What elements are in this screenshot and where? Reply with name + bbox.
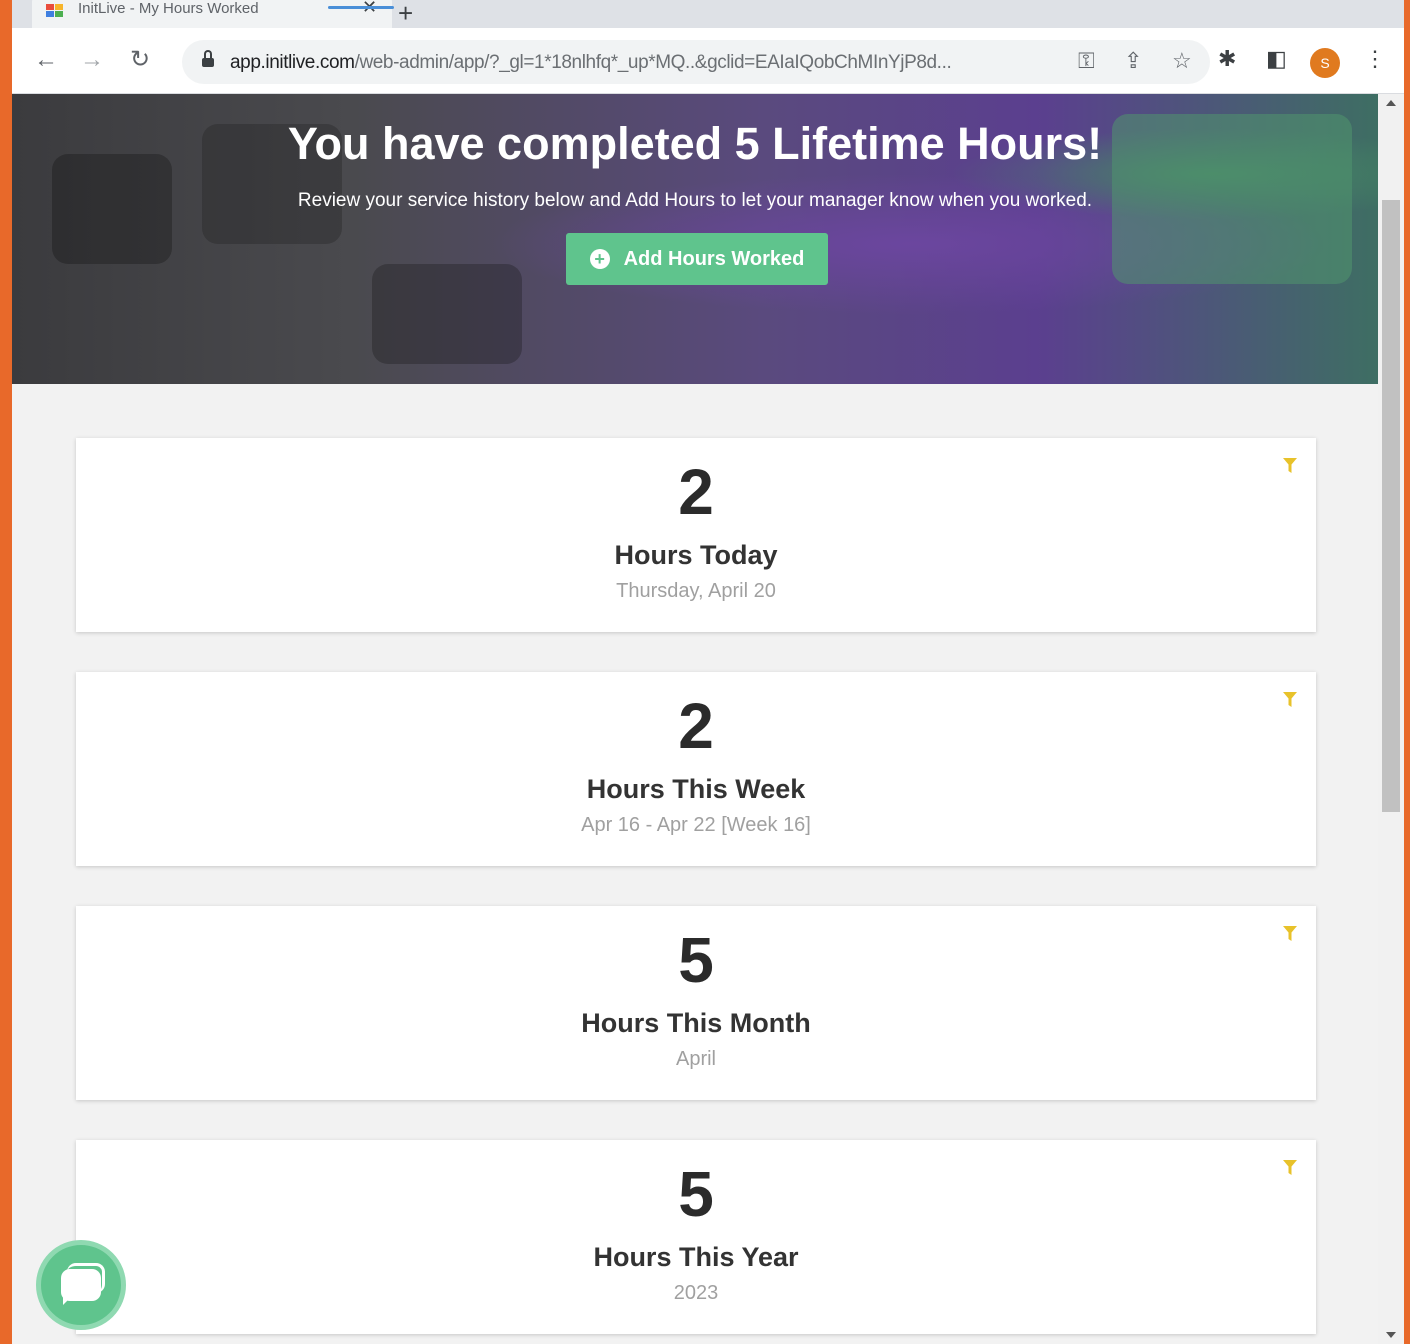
menu-icon[interactable]: ⋮ <box>1364 46 1386 72</box>
hero-background-shape <box>372 264 522 364</box>
tab-indicator <box>328 6 394 9</box>
profile-avatar[interactable]: S <box>1310 48 1340 78</box>
filter-icon[interactable] <box>1283 1160 1297 1176</box>
stat-card-month: 5 Hours This Month April <box>76 906 1316 1100</box>
browser-toolbar: ← → ↻ app.initlive.com/web-admin/app/?_g… <box>12 28 1404 94</box>
stat-value: 5 <box>678 1158 714 1230</box>
share-icon[interactable]: ⇪ <box>1124 50 1142 72</box>
stat-sublabel: Apr 16 - Apr 22 [Week 16] <box>581 814 811 836</box>
scrollbar-thumb[interactable] <box>1382 200 1400 812</box>
stat-label: Hours This Week <box>586 774 806 804</box>
stat-value: 2 <box>678 456 714 528</box>
url-path: /web-admin/app/?_gl=1*18nlhfq*_up*MQ..&g… <box>354 52 952 73</box>
forward-arrow-icon[interactable]: → <box>78 48 106 72</box>
chat-bubble-icon <box>61 1269 101 1305</box>
add-hours-worked-label: Add Hours Worked <box>623 247 805 270</box>
filter-icon[interactable] <box>1283 458 1297 474</box>
hero-title: You have completed 5 Lifetime Hours! <box>287 118 1103 169</box>
page-scrollbar[interactable] <box>1378 94 1404 1344</box>
address-bar[interactable]: app.initlive.com/web-admin/app/?_gl=1*18… <box>182 40 1210 84</box>
stat-card-today: 2 Hours Today Thursday, April 20 <box>76 438 1316 632</box>
filter-icon[interactable] <box>1283 926 1297 942</box>
hero-banner: You have completed 5 Lifetime Hours! Rev… <box>12 94 1378 384</box>
scroll-up-icon[interactable] <box>1386 100 1396 106</box>
page-content: You have completed 5 Lifetime Hours! Rev… <box>12 94 1378 1344</box>
url-text[interactable]: app.initlive.com/web-admin/app/?_gl=1*18… <box>230 52 952 74</box>
initlive-favicon-icon <box>46 4 64 18</box>
stat-card-week: 2 Hours This Week Apr 16 - Apr 22 [Week … <box>76 672 1316 866</box>
stat-label: Hours This Year <box>593 1242 799 1272</box>
stat-value: 5 <box>678 924 714 996</box>
extensions-icon[interactable]: ✱ <box>1218 48 1236 70</box>
reload-icon[interactable]: ↻ <box>126 48 154 72</box>
tab-strip: InitLive - My Hours Worked ✕ + <box>12 0 1404 28</box>
tab-close-icon[interactable]: ✕ <box>362 0 377 18</box>
back-arrow-icon[interactable]: ← <box>32 48 60 72</box>
filter-icon[interactable] <box>1283 692 1297 708</box>
new-tab-button[interactable]: + <box>398 0 413 26</box>
browser-window: InitLive - My Hours Worked ✕ + ← → ↻ app… <box>12 0 1404 1344</box>
url-host: app.initlive.com <box>230 52 355 73</box>
side-panel-icon[interactable]: ◧ <box>1266 48 1287 70</box>
star-icon[interactable]: ☆ <box>1172 50 1192 72</box>
plus-circle-icon: + <box>589 249 610 269</box>
stat-card-year: 5 Hours This Year 2023 <box>76 1140 1316 1334</box>
stat-sublabel: Thursday, April 20 <box>616 580 776 602</box>
scroll-down-icon[interactable] <box>1386 1332 1396 1338</box>
stat-sublabel: April <box>675 1048 716 1070</box>
lock-icon[interactable] <box>202 50 214 68</box>
add-hours-worked-button[interactable]: + Add Hours Worked <box>566 233 828 285</box>
tab-title: InitLive - My Hours Worked <box>78 0 259 17</box>
hero-subtitle: Review your service history below and Ad… <box>297 190 1093 211</box>
key-icon[interactable]: ⚿ <box>1078 50 1095 72</box>
stat-sublabel: 2023 <box>673 1282 719 1304</box>
browser-tab[interactable]: InitLive - My Hours Worked ✕ <box>32 0 392 28</box>
stat-label: Hours This Month <box>581 1008 811 1038</box>
stat-value: 2 <box>678 690 714 762</box>
chat-widget-button[interactable] <box>36 1240 126 1330</box>
stat-label: Hours Today <box>614 540 778 570</box>
